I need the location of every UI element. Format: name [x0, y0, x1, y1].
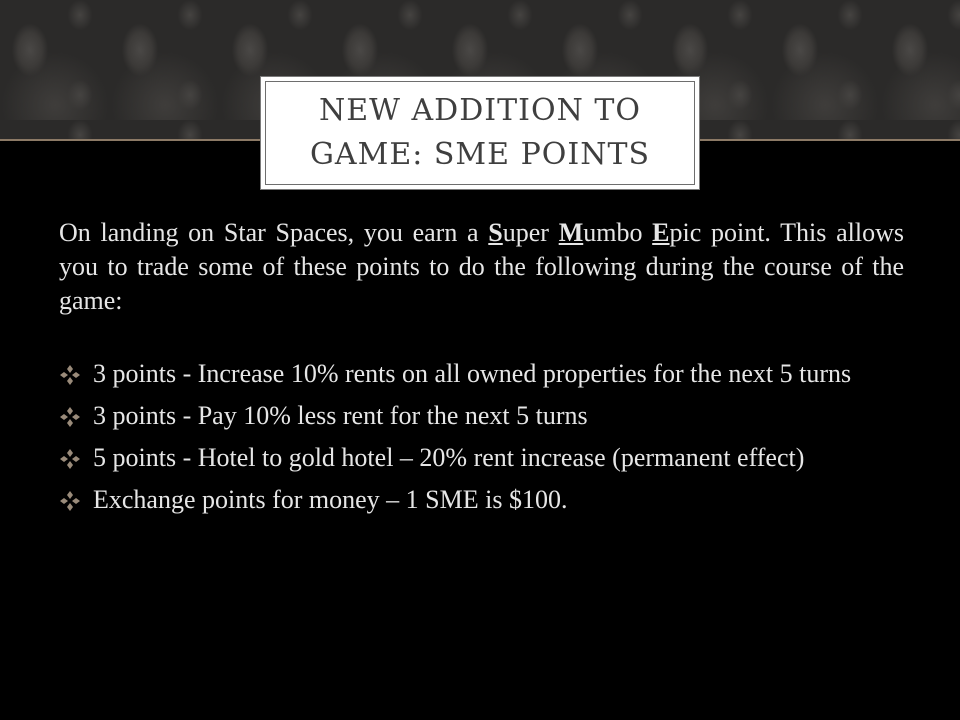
bullet-list: 3 points - Increase 10% rents on all own… — [59, 356, 904, 517]
bullet-text: 3 points - Increase 10% rents on all own… — [93, 359, 852, 388]
intro-text-part1: On landing on Star Spaces, you earn a — [59, 218, 489, 247]
bullet-item: 3 points - Increase 10% rents on all own… — [59, 356, 904, 391]
intro-text-s-rest: uper — [502, 218, 559, 247]
bullet-item: Exchange points for money – 1 SME is $10… — [59, 482, 904, 517]
title-box: New Addition to Game: SME Points — [260, 76, 700, 190]
intro-letter-e: E — [652, 218, 670, 247]
diamond-quad-icon — [60, 449, 80, 469]
diamond-quad-icon — [60, 365, 80, 385]
diamond-quad-icon — [60, 491, 80, 511]
bullet-text: 5 points - Hotel to gold hotel – 20% ren… — [93, 443, 805, 472]
slide: New Addition to Game: SME Points On land… — [0, 0, 960, 720]
intro-letter-s: S — [488, 218, 503, 247]
bullet-text: 3 points - Pay 10% less rent for the nex… — [93, 401, 588, 430]
slide-title: New Addition to Game: SME Points — [309, 93, 651, 172]
bullet-item: 5 points - Hotel to gold hotel – 20% ren… — [59, 440, 904, 475]
intro-text-m-rest: umbo — [583, 218, 653, 247]
intro-paragraph: On landing on Star Spaces, you earn a Su… — [59, 216, 904, 318]
intro-letter-m: M — [558, 218, 584, 247]
bullet-item: 3 points - Pay 10% less rent for the nex… — [59, 398, 904, 433]
bullet-text: Exchange points for money – 1 SME is $10… — [93, 485, 568, 514]
diamond-quad-icon — [60, 407, 80, 427]
title-inner-frame: New Addition to Game: SME Points — [265, 81, 695, 185]
slide-content: On landing on Star Spaces, you earn a Su… — [59, 216, 904, 524]
